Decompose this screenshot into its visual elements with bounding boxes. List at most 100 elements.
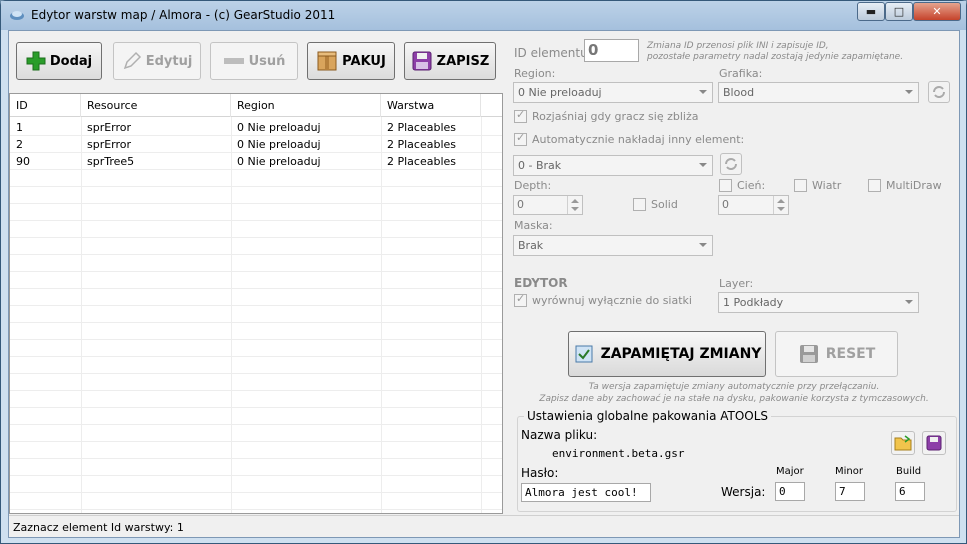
save-settings-button[interactable] xyxy=(922,431,946,455)
cell-layer: 2 Placeables xyxy=(387,155,457,168)
filename-label: Nazwa pliku: xyxy=(521,428,598,442)
build-label: Build xyxy=(896,466,922,477)
minimize-button[interactable]: ▬ xyxy=(857,2,885,21)
mask-select[interactable]: Brak xyxy=(513,235,713,256)
package-icon xyxy=(317,51,337,71)
floppy-icon xyxy=(412,51,432,71)
version-label: Wersja: xyxy=(721,485,766,499)
id-label: ID elementu: xyxy=(514,46,592,60)
mask-select-value: Brak xyxy=(518,239,544,252)
remember-changes-label: ZAPAMIĘTAJ ZMIANY xyxy=(600,346,762,362)
remember-changes-button[interactable]: ZAPAMIĘTAJ ZMIANY xyxy=(568,331,766,377)
cell-region: 0 Nie preloaduj xyxy=(237,155,321,168)
solid-label: Solid xyxy=(651,198,678,211)
wind-checkbox[interactable] xyxy=(794,179,807,192)
grid-line xyxy=(10,305,502,306)
id-input[interactable]: 0 xyxy=(584,39,639,62)
auto-overlay-checkbox[interactable] xyxy=(514,131,527,146)
grid-line xyxy=(10,407,502,408)
title-bar[interactable]: Edytor warstw map / Almora - (c) GearStu… xyxy=(1,1,966,30)
layer-label: Layer: xyxy=(719,277,754,290)
brighten-checkbox[interactable] xyxy=(514,108,527,123)
maximize-button[interactable]: □ xyxy=(885,2,913,21)
filename-field[interactable]: environment.beta.gsr xyxy=(521,444,684,463)
major-field[interactable]: 0 xyxy=(775,482,805,501)
reset-label: RESET xyxy=(825,346,876,362)
column-header-id[interactable]: ID xyxy=(10,94,81,117)
grid-line xyxy=(10,220,502,221)
grid-line xyxy=(10,441,502,442)
grid-line xyxy=(81,117,82,513)
graphic-select-value: Blood xyxy=(723,86,755,99)
grid-line xyxy=(10,492,502,493)
chevron-down-icon xyxy=(699,243,707,247)
grid-line xyxy=(10,288,502,289)
password-field[interactable]: Almora jest cool! xyxy=(521,483,651,502)
depth-value: 0 xyxy=(517,198,524,211)
edit-button-label: Edytuj xyxy=(145,53,193,69)
graphic-label: Grafika: xyxy=(719,67,763,80)
grid-line xyxy=(10,424,502,425)
depth-stepper[interactable]: 0 xyxy=(513,195,583,215)
auto-overlay-select[interactable]: 0 - Brak xyxy=(513,155,713,176)
shadow-stepper[interactable]: 0 xyxy=(718,195,789,215)
column-header-layer[interactable]: Warstwa xyxy=(381,94,481,117)
id-note-line-1: Zmiana ID przenosi plik INI i zapisuje I… xyxy=(647,41,829,51)
build-field[interactable]: 6 xyxy=(895,482,925,501)
add-button-label: Dodaj xyxy=(49,53,93,69)
shadow-checkbox[interactable] xyxy=(719,179,732,192)
multidraw-checkbox[interactable] xyxy=(868,179,881,192)
minor-label: Minor xyxy=(835,466,863,477)
floppy-icon xyxy=(799,345,818,363)
column-header-region[interactable]: Region xyxy=(231,94,381,117)
refresh-overlay-button[interactable] xyxy=(720,153,742,175)
password-label: Hasło: xyxy=(521,466,559,480)
layer-select-value: 1 Podkłady xyxy=(723,296,784,309)
table-row[interactable]: 90 sprTree5 0 Nie preloaduj 2 Placeables xyxy=(10,153,502,170)
add-button[interactable]: Dodaj xyxy=(16,42,102,80)
layer-select[interactable]: 1 Podkłady xyxy=(718,292,919,313)
save-button[interactable]: ZAPISZ xyxy=(404,42,496,80)
grid-line xyxy=(10,254,502,255)
grid-align-checkbox[interactable] xyxy=(514,292,527,307)
grid-line xyxy=(481,117,482,513)
close-button[interactable]: ✕ xyxy=(913,2,961,21)
plus-icon xyxy=(26,51,46,71)
table-row[interactable]: 1 sprError 0 Nie preloaduj 2 Placeables xyxy=(10,119,502,136)
grid-line xyxy=(10,390,502,391)
cell-resource: sprError xyxy=(87,121,132,134)
cell-resource: sprTree5 xyxy=(87,155,135,168)
stepper-arrows-icon[interactable] xyxy=(773,196,788,214)
editor-section-label: EDYTOR xyxy=(514,276,568,290)
cell-layer: 2 Placeables xyxy=(387,138,457,151)
atools-group: Ustawienia globalne pakowania ATOOLS Naz… xyxy=(517,409,957,512)
chevron-down-icon xyxy=(905,90,913,94)
grid-line xyxy=(10,271,502,272)
pack-button[interactable]: PAKUJ xyxy=(307,42,395,80)
table-row[interactable]: 2 sprError 0 Nie preloaduj 2 Placeables xyxy=(10,136,502,153)
reset-button[interactable]: RESET xyxy=(775,331,898,377)
shadow-value: 0 xyxy=(722,198,729,211)
refresh-graphic-button[interactable] xyxy=(928,81,950,103)
atools-legend: Ustawienia globalne pakowania ATOOLS xyxy=(524,409,772,423)
stepper-arrows-icon[interactable] xyxy=(567,196,582,214)
cell-resource: sprError xyxy=(87,138,132,151)
wind-label: Wiatr xyxy=(812,179,842,192)
column-header-resource[interactable]: Resource xyxy=(81,94,231,117)
solid-checkbox[interactable] xyxy=(633,198,646,211)
cell-region: 0 Nie preloaduj xyxy=(237,138,321,151)
grid-line xyxy=(10,356,502,357)
grid-line xyxy=(10,322,502,323)
cell-id: 90 xyxy=(16,155,30,168)
grid-line xyxy=(10,458,502,459)
save-button-label: ZAPISZ xyxy=(436,53,490,69)
remove-button[interactable]: Usuń xyxy=(210,42,298,80)
region-select[interactable]: 0 Nie preloaduj xyxy=(513,82,713,103)
grid-line xyxy=(10,475,502,476)
minor-field[interactable]: 7 xyxy=(835,482,865,501)
edit-button[interactable]: Edytuj xyxy=(113,42,201,80)
client-area: Dodaj Edytuj Usuń PAKUJ ZAPISZ ID Resour… xyxy=(8,30,960,538)
open-file-button[interactable] xyxy=(891,431,915,455)
elements-grid[interactable]: ID Resource Region Warstwa 1 sprError 0 … xyxy=(9,93,503,514)
graphic-select[interactable]: Blood xyxy=(718,82,919,103)
